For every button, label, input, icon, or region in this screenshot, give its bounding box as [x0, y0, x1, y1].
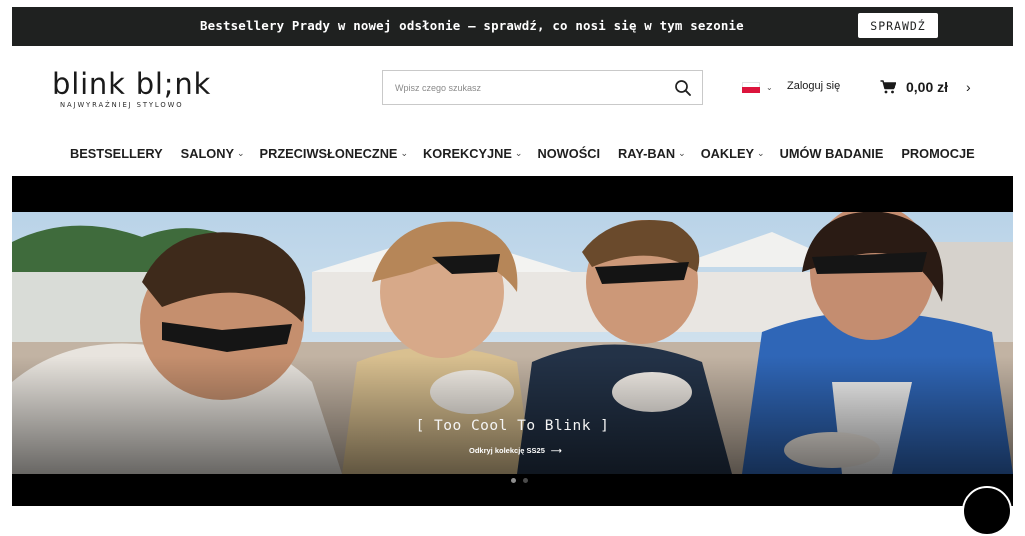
search-icon[interactable]: [674, 79, 692, 97]
promo-text: Bestsellery Prady w nowej odsłonie – spr…: [200, 18, 744, 33]
carousel-dot[interactable]: [511, 478, 516, 483]
cart-icon: [880, 80, 896, 94]
hero-cta-link[interactable]: Odkryj kolekcję SS25 ⟶: [469, 446, 562, 455]
chevron-down-icon: ⌄: [400, 148, 409, 158]
hero-image: [12, 212, 1013, 474]
chevron-down-icon: ⌄: [237, 148, 245, 158]
promo-bar: Bestsellery Prady w nowej odsłonie – spr…: [12, 7, 1013, 46]
carousel-dot[interactable]: [523, 478, 528, 483]
search-box: [382, 70, 703, 105]
logo-tagline: NAJWYRAŻNIEJ STYLOWO: [60, 101, 184, 109]
login-link[interactable]: Zaloguj się: [787, 80, 840, 92]
poland-flag-icon: [742, 82, 760, 93]
chevron-right-icon: ›: [966, 79, 971, 95]
nav-item-umow-badanie[interactable]: UMÓW BADANIE: [780, 146, 887, 161]
nav-item-bestsellery[interactable]: BESTSELLERY: [70, 146, 166, 161]
cart-total: 0,00 zł: [906, 79, 949, 95]
promo-button[interactable]: SPRAWDŹ: [858, 13, 938, 38]
logo[interactable]: blink bl;nk NAJWYRAŻNIEJ STYLOWO: [52, 68, 211, 109]
nav-item-salony[interactable]: SALONY ⌄: [181, 146, 245, 161]
arrow-right-icon: ⟶: [550, 446, 562, 455]
nav-item-korekcyjne[interactable]: KOREKCYJNE ⌄: [423, 146, 522, 161]
nav-item-nowosci[interactable]: NOWOŚCI: [537, 146, 603, 161]
hero-banner[interactable]: [ Too Cool To Blink ] Odkryj kolekcję SS…: [12, 176, 1013, 506]
carousel-dots: [511, 478, 528, 483]
nav-item-przeciwsloneczne[interactable]: PRZECIWSŁONECZNE ⌄: [260, 146, 408, 161]
chevron-down-icon: ⌄: [678, 148, 686, 158]
nav-item-oakley[interactable]: OAKLEY ⌄: [701, 146, 765, 161]
chat-icon[interactable]: [962, 486, 1012, 536]
chevron-down-icon: ⌄: [766, 83, 773, 92]
cart-button[interactable]: 0,00 zł ›: [880, 79, 971, 95]
main-nav: BESTSELLERY SALONY ⌄ PRZECIWSŁONECZNE ⌄ KO…: [70, 146, 978, 161]
nav-item-ray-ban[interactable]: RAY-BAN ⌄: [618, 146, 686, 161]
search-input[interactable]: [395, 80, 665, 96]
hero-caption: [ Too Cool To Blink ]: [415, 418, 610, 434]
chevron-down-icon: ⌄: [514, 148, 523, 158]
nav-item-promocje[interactable]: PROMOCJE: [901, 146, 977, 161]
chevron-down-icon: ⌄: [757, 148, 765, 158]
logo-wordmark: blink bl;nk: [52, 67, 212, 101]
language-selector[interactable]: ⌄: [742, 82, 773, 93]
